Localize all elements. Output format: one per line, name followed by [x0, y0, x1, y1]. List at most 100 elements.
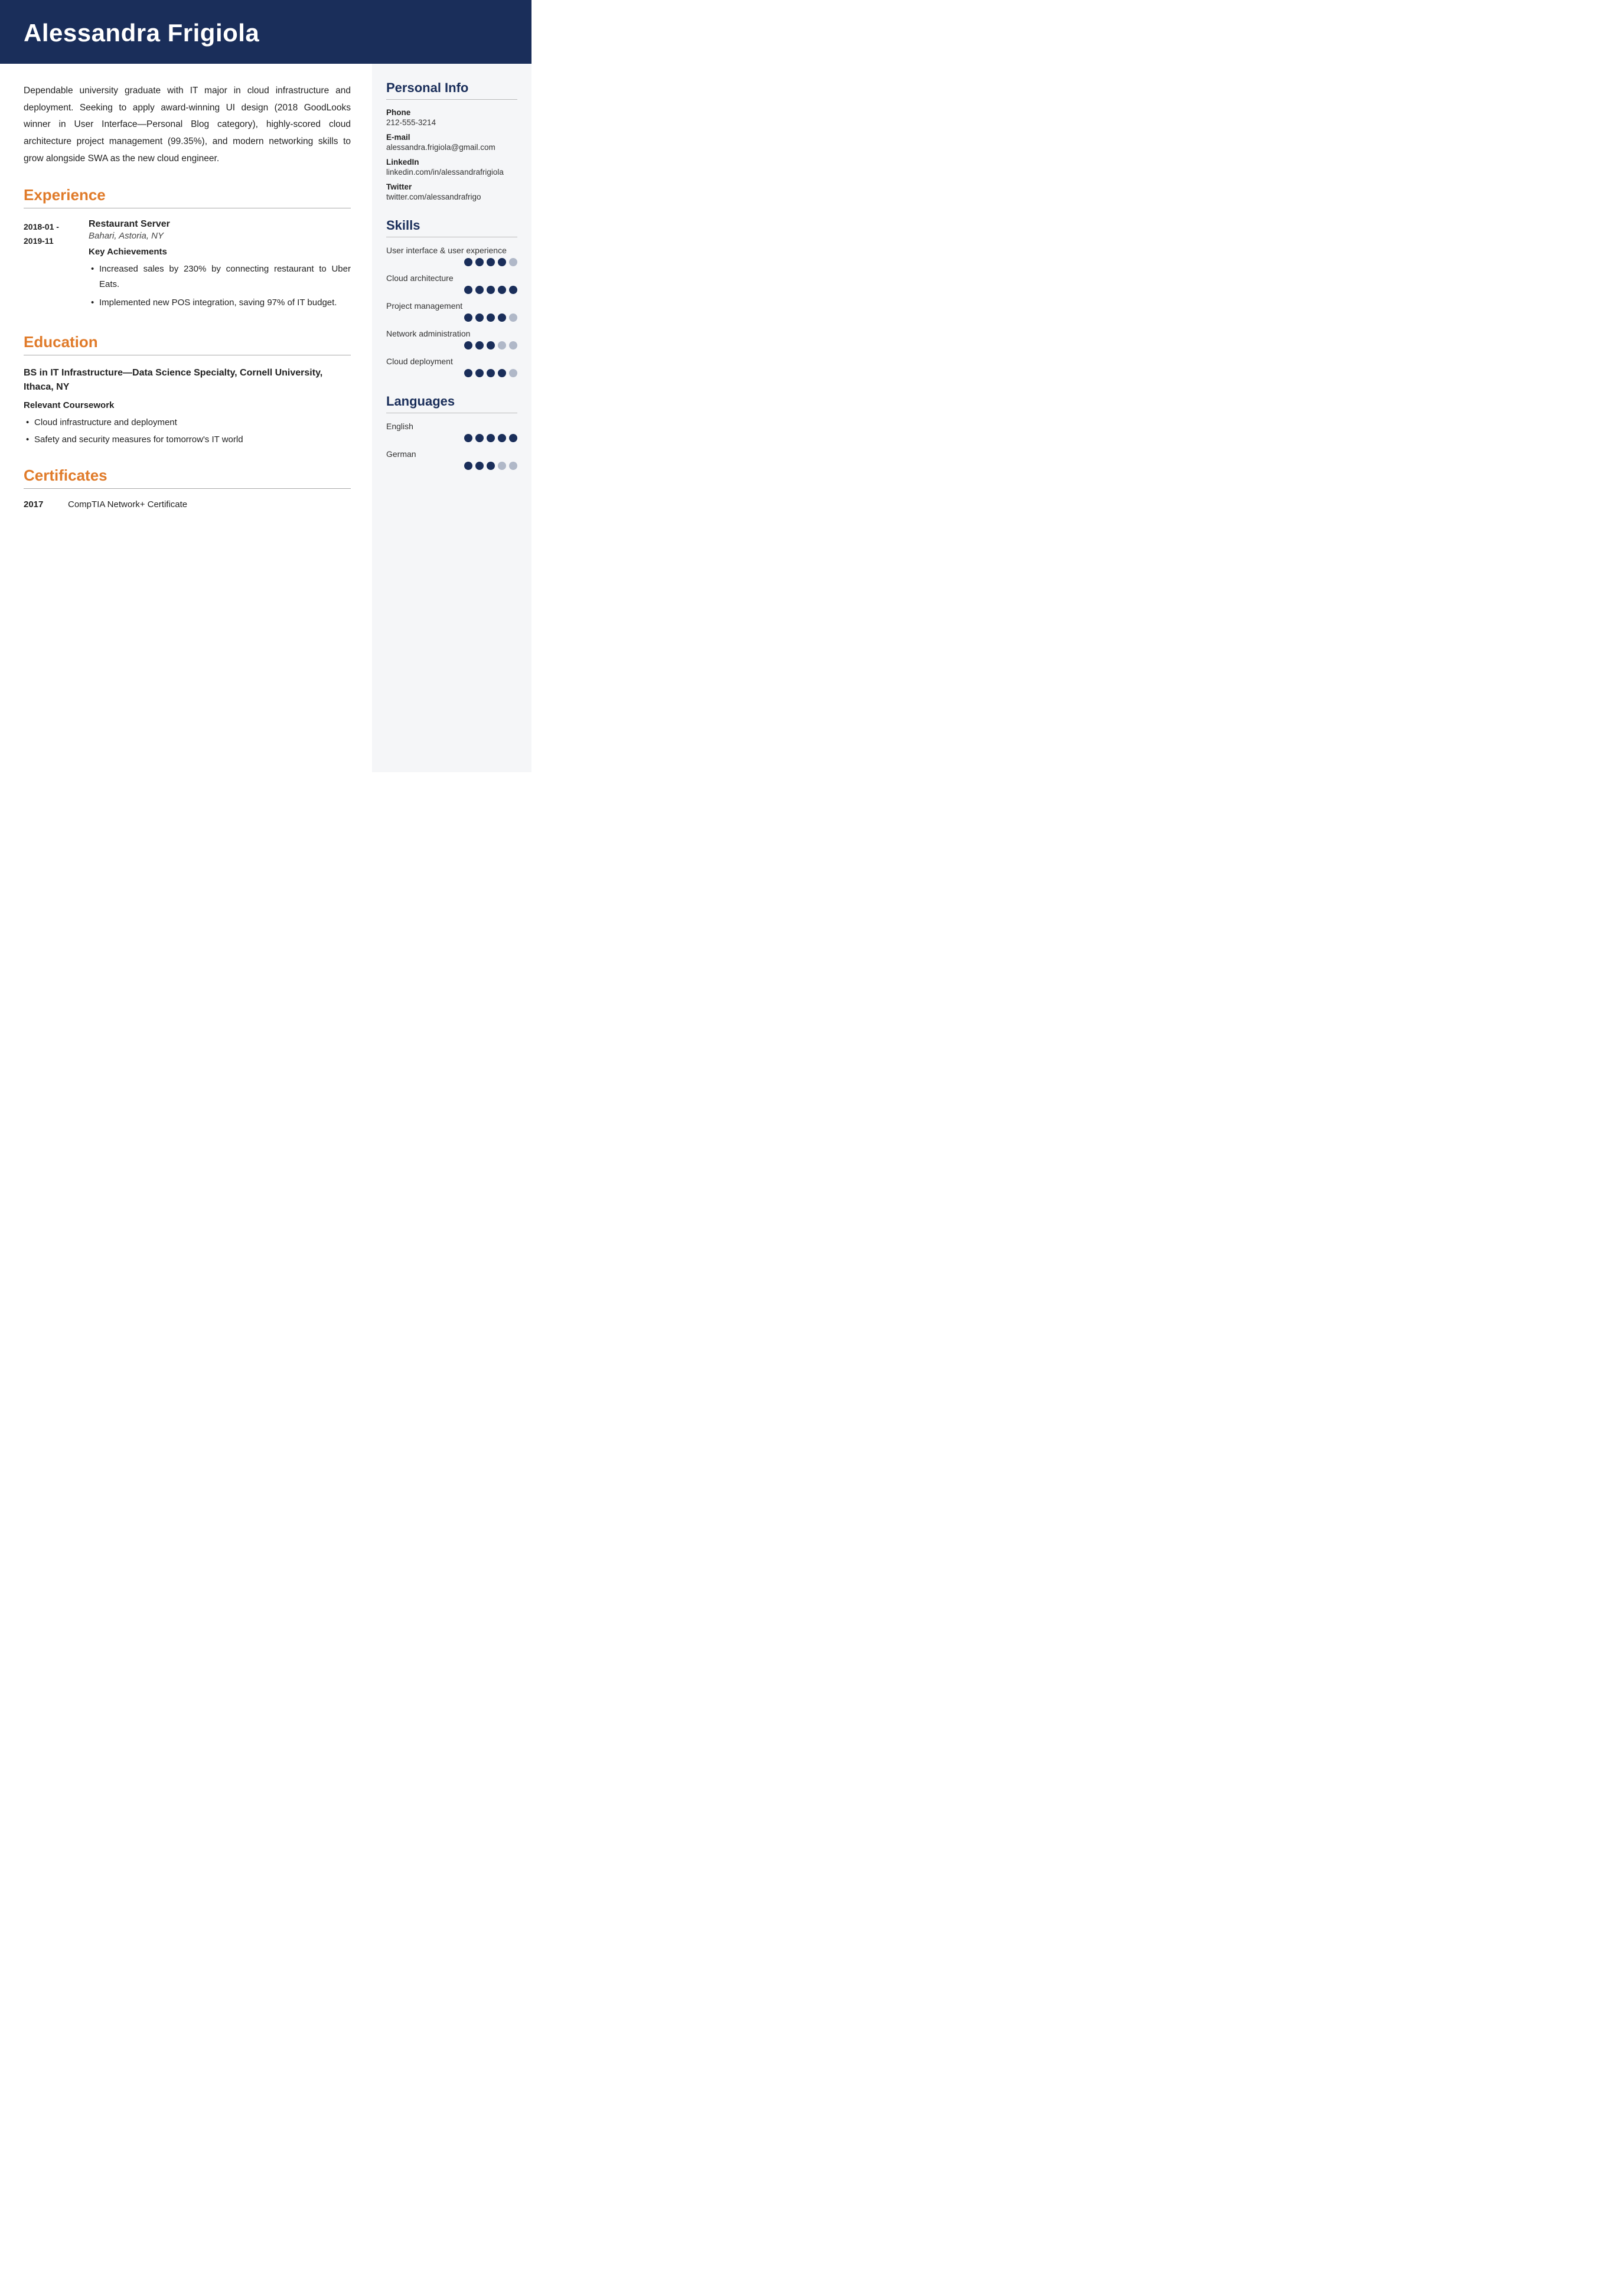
edu-bullets-list: Cloud infrastructure and deployment Safe…	[24, 415, 351, 448]
dot-filled	[464, 341, 472, 350]
cert-name: CompTIA Network+ Certificate	[68, 499, 187, 510]
exp-company: Bahari, Astoria, NY	[89, 231, 351, 241]
dot-filled	[498, 369, 506, 377]
dot-filled	[498, 313, 506, 322]
left-column: Dependable university graduate with IT m…	[0, 64, 372, 528]
skill-name: Cloud architecture	[386, 273, 517, 283]
language-dots	[386, 462, 517, 470]
language-item: German	[386, 449, 517, 470]
certificates-title: Certificates	[24, 466, 351, 485]
exp-bullet-0: Increased sales by 230% by connecting re…	[89, 262, 351, 292]
languages-container: English German	[386, 422, 517, 470]
education-title: Education	[24, 333, 351, 351]
dot-filled	[464, 258, 472, 266]
dot-filled	[487, 341, 495, 350]
exp-bullets-list: Increased sales by 230% by connecting re…	[89, 262, 351, 311]
personal-info-phone: Phone 212-555-3214	[386, 108, 517, 127]
skill-item: Cloud deployment	[386, 357, 517, 377]
dot-filled	[487, 462, 495, 470]
dot-filled	[475, 462, 484, 470]
personal-info-section: Personal Info Phone 212-555-3214 E-mail …	[386, 80, 517, 201]
dot-filled	[487, 434, 495, 442]
cert-year: 2017	[24, 499, 56, 510]
skill-dots	[386, 286, 517, 294]
right-column: Personal Info Phone 212-555-3214 E-mail …	[372, 64, 531, 772]
dot-filled	[475, 369, 484, 377]
skill-name: Cloud deployment	[386, 357, 517, 366]
education-entry: BS in IT Infrastructure—Data Science Spe…	[24, 366, 351, 448]
language-dots	[386, 434, 517, 442]
linkedin-value: linkedin.com/in/alessandrafrigiola	[386, 168, 517, 177]
dot-filled	[498, 286, 506, 294]
skill-name: Project management	[386, 301, 517, 311]
language-item: English	[386, 422, 517, 442]
certificates-section: Certificates 2017 CompTIA Network+ Certi…	[24, 466, 351, 510]
skill-dots	[386, 369, 517, 377]
skill-dots	[386, 341, 517, 350]
edu-coursework-title: Relevant Coursework	[24, 400, 351, 410]
skills-container: User interface & user experience Cloud ar…	[386, 246, 517, 377]
skills-section: Skills User interface & user experience C…	[386, 218, 517, 377]
experience-dates: 2018-01 - 2019-11	[24, 219, 89, 314]
dot-filled	[487, 313, 495, 322]
dot-filled	[464, 286, 472, 294]
skills-title: Skills	[386, 218, 517, 233]
twitter-label: Twitter	[386, 182, 517, 191]
dot-filled	[475, 258, 484, 266]
dot-empty	[509, 258, 517, 266]
dot-filled	[498, 434, 506, 442]
dot-empty	[509, 341, 517, 350]
main-layout: Dependable university graduate with IT m…	[0, 64, 531, 772]
dot-filled	[464, 313, 472, 322]
edu-degree: BS in IT Infrastructure—Data Science Spe…	[24, 366, 351, 394]
experience-entry: 2018-01 - 2019-11 Restaurant Server Baha…	[24, 219, 351, 314]
dot-filled	[464, 434, 472, 442]
exp-bullet-1: Implemented new POS integration, saving …	[89, 295, 351, 311]
exp-date-end: 2019-11	[24, 236, 54, 246]
skill-name: User interface & user experience	[386, 246, 517, 255]
candidate-name: Alessandra Frigiola	[24, 19, 508, 47]
skill-item: Project management	[386, 301, 517, 322]
exp-date-start: 2018-01 -	[24, 222, 59, 231]
dot-filled	[475, 313, 484, 322]
dot-filled	[498, 258, 506, 266]
dot-filled	[487, 258, 495, 266]
dot-filled	[475, 286, 484, 294]
cert-entry: 2017 CompTIA Network+ Certificate	[24, 499, 351, 510]
personal-info-linkedin: LinkedIn linkedin.com/in/alessandrafrigi…	[386, 158, 517, 177]
language-name: English	[386, 422, 517, 431]
dot-filled	[487, 369, 495, 377]
languages-section: Languages English German	[386, 394, 517, 470]
dot-filled	[475, 341, 484, 350]
skill-item: User interface & user experience	[386, 246, 517, 266]
dot-empty	[509, 313, 517, 322]
experience-title: Experience	[24, 186, 351, 204]
phone-value: 212-555-3214	[386, 118, 517, 127]
email-label: E-mail	[386, 133, 517, 142]
skill-name: Network administration	[386, 329, 517, 338]
personal-info-divider	[386, 99, 517, 100]
email-value: alessandra.frigiola@gmail.com	[386, 143, 517, 152]
edu-bullet-1: Safety and security measures for tomorro…	[24, 432, 351, 448]
personal-info-title: Personal Info	[386, 80, 517, 96]
skill-item: Cloud architecture	[386, 273, 517, 294]
header: Alessandra Frigiola	[0, 0, 531, 64]
dot-filled	[475, 434, 484, 442]
dot-empty	[509, 369, 517, 377]
summary-text: Dependable university graduate with IT m…	[24, 83, 351, 167]
skill-item: Network administration	[386, 329, 517, 350]
dot-empty	[509, 462, 517, 470]
experience-section: Experience 2018-01 - 2019-11 Restaurant …	[24, 186, 351, 314]
dot-filled	[509, 286, 517, 294]
exp-job-title: Restaurant Server	[89, 219, 351, 230]
personal-info-email: E-mail alessandra.frigiola@gmail.com	[386, 133, 517, 152]
certificates-divider	[24, 488, 351, 489]
dot-filled	[464, 462, 472, 470]
dot-filled	[487, 286, 495, 294]
skill-dots	[386, 313, 517, 322]
experience-content: Restaurant Server Bahari, Astoria, NY Ke…	[89, 219, 351, 314]
education-section: Education BS in IT Infrastructure—Data S…	[24, 333, 351, 448]
language-name: German	[386, 449, 517, 459]
edu-bullet-0: Cloud infrastructure and deployment	[24, 415, 351, 430]
languages-title: Languages	[386, 394, 517, 409]
